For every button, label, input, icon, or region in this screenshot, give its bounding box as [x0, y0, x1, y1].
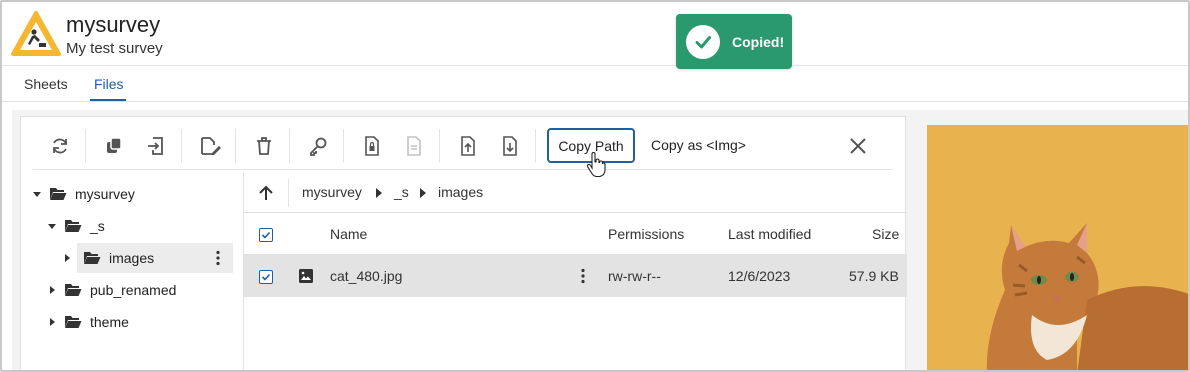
download-icon[interactable]: [497, 133, 523, 159]
folder-open-icon: [65, 220, 82, 232]
toolbar-divider: [343, 129, 344, 163]
tree-item-theme[interactable]: theme: [46, 307, 226, 337]
breadcrumb-divider: [288, 179, 289, 207]
table-row[interactable]: cat_480.jpg rw-rw-r-- 12/6/2023 57.9 KB: [244, 255, 907, 297]
construction-logo-icon: [11, 11, 61, 56]
toolbar-divider: [439, 129, 440, 163]
delete-icon[interactable]: [251, 133, 277, 159]
app-title: mysurvey: [66, 12, 161, 37]
file-manager-panel: Copy Path Copy as <Img> mysurvey _s imag…: [20, 116, 907, 370]
app-header: mysurvey My test survey: [2, 2, 1188, 66]
app-subtitle: My test survey: [66, 40, 163, 57]
toolbar-divider: [535, 129, 536, 163]
file-toolbar: Copy Path Copy as <Img>: [21, 117, 905, 173]
tree-item-label: mysurvey: [75, 186, 135, 202]
caret-right-icon: [420, 188, 426, 198]
file-last-modified: 12/6/2023: [728, 268, 791, 284]
breadcrumb: mysurvey _s images: [244, 173, 907, 213]
cat-preview-image: [927, 125, 1188, 370]
rename-icon[interactable]: [197, 133, 223, 159]
breadcrumb-item-s[interactable]: _s: [394, 184, 409, 200]
folder-open-icon: [50, 188, 67, 200]
toolbar-bottom-border: [33, 169, 893, 170]
toolbar-divider: [235, 129, 236, 163]
toolbar-divider: [181, 129, 182, 163]
caret-right-icon[interactable]: [46, 316, 58, 328]
tree-item-images[interactable]: images: [77, 243, 233, 273]
folder-open-icon: [65, 284, 82, 296]
app-window: mysurvey My test survey Copied! Sheets F…: [0, 0, 1190, 372]
more-vertical-icon[interactable]: [580, 268, 586, 284]
column-header-last-modified[interactable]: Last modified: [728, 226, 811, 242]
table-header: Name Permissions Last modified Size: [244, 213, 907, 255]
duplicate-icon[interactable]: [101, 133, 127, 159]
tab-sheets[interactable]: Sheets: [24, 76, 68, 92]
toast-message: Copied!: [732, 33, 785, 50]
folder-tree: mysurvey _s images pub_renamed theme: [21, 173, 244, 370]
hand-pointer-cursor-icon: [586, 152, 606, 178]
more-vertical-icon[interactable]: [215, 250, 221, 266]
tree-item-mysurvey[interactable]: mysurvey: [31, 179, 231, 209]
file-lock-icon[interactable]: [359, 133, 385, 159]
tab-files[interactable]: Files: [94, 76, 124, 92]
file-table: Name Permissions Last modified Size cat_…: [244, 213, 907, 370]
upload-icon[interactable]: [455, 133, 481, 159]
tree-item-label: images: [109, 250, 155, 266]
close-icon[interactable]: [847, 135, 869, 157]
column-header-size[interactable]: Size: [872, 226, 899, 242]
breadcrumb-item-mysurvey[interactable]: mysurvey: [302, 184, 362, 200]
row-checkbox[interactable]: [259, 270, 273, 284]
copy-as-img-button[interactable]: Copy as <Img>: [651, 137, 746, 153]
file-permissions: rw-rw-r--: [608, 268, 661, 284]
file-text-icon[interactable]: [401, 133, 427, 159]
file-name[interactable]: cat_480.jpg: [330, 268, 402, 284]
column-header-name[interactable]: Name: [330, 226, 367, 242]
active-tab-indicator: [90, 99, 126, 101]
tree-item-label: pub_renamed: [90, 282, 177, 298]
arrow-up-icon[interactable]: [256, 183, 276, 203]
image-preview: [927, 125, 1188, 370]
tree-item-label: theme: [90, 314, 129, 330]
select-all-checkbox[interactable]: [259, 228, 273, 242]
caret-down-icon[interactable]: [46, 220, 58, 232]
tab-bar: Sheets Files: [2, 66, 1188, 102]
tree-item-s[interactable]: _s: [46, 211, 226, 241]
tree-item-pub-renamed[interactable]: pub_renamed: [46, 275, 226, 305]
refresh-icon[interactable]: [47, 133, 73, 159]
check-circle-icon: [686, 24, 720, 59]
toolbar-divider: [289, 129, 290, 163]
tree-item-label: _s: [90, 218, 105, 234]
caret-down-icon[interactable]: [31, 188, 43, 200]
image-file-icon: [299, 269, 313, 283]
import-icon[interactable]: [143, 133, 169, 159]
key-icon[interactable]: [305, 133, 331, 159]
folder-open-icon: [65, 316, 82, 328]
caret-right-icon: [376, 188, 382, 198]
column-header-permissions[interactable]: Permissions: [608, 226, 684, 242]
caret-right-icon[interactable]: [46, 284, 58, 296]
copied-toast: Copied!: [676, 14, 792, 69]
breadcrumb-item-images[interactable]: images: [438, 184, 483, 200]
caret-right-icon[interactable]: [61, 252, 73, 264]
folder-open-icon: [84, 252, 101, 264]
toolbar-divider: [85, 129, 86, 163]
file-size: 57.9 KB: [849, 268, 899, 284]
